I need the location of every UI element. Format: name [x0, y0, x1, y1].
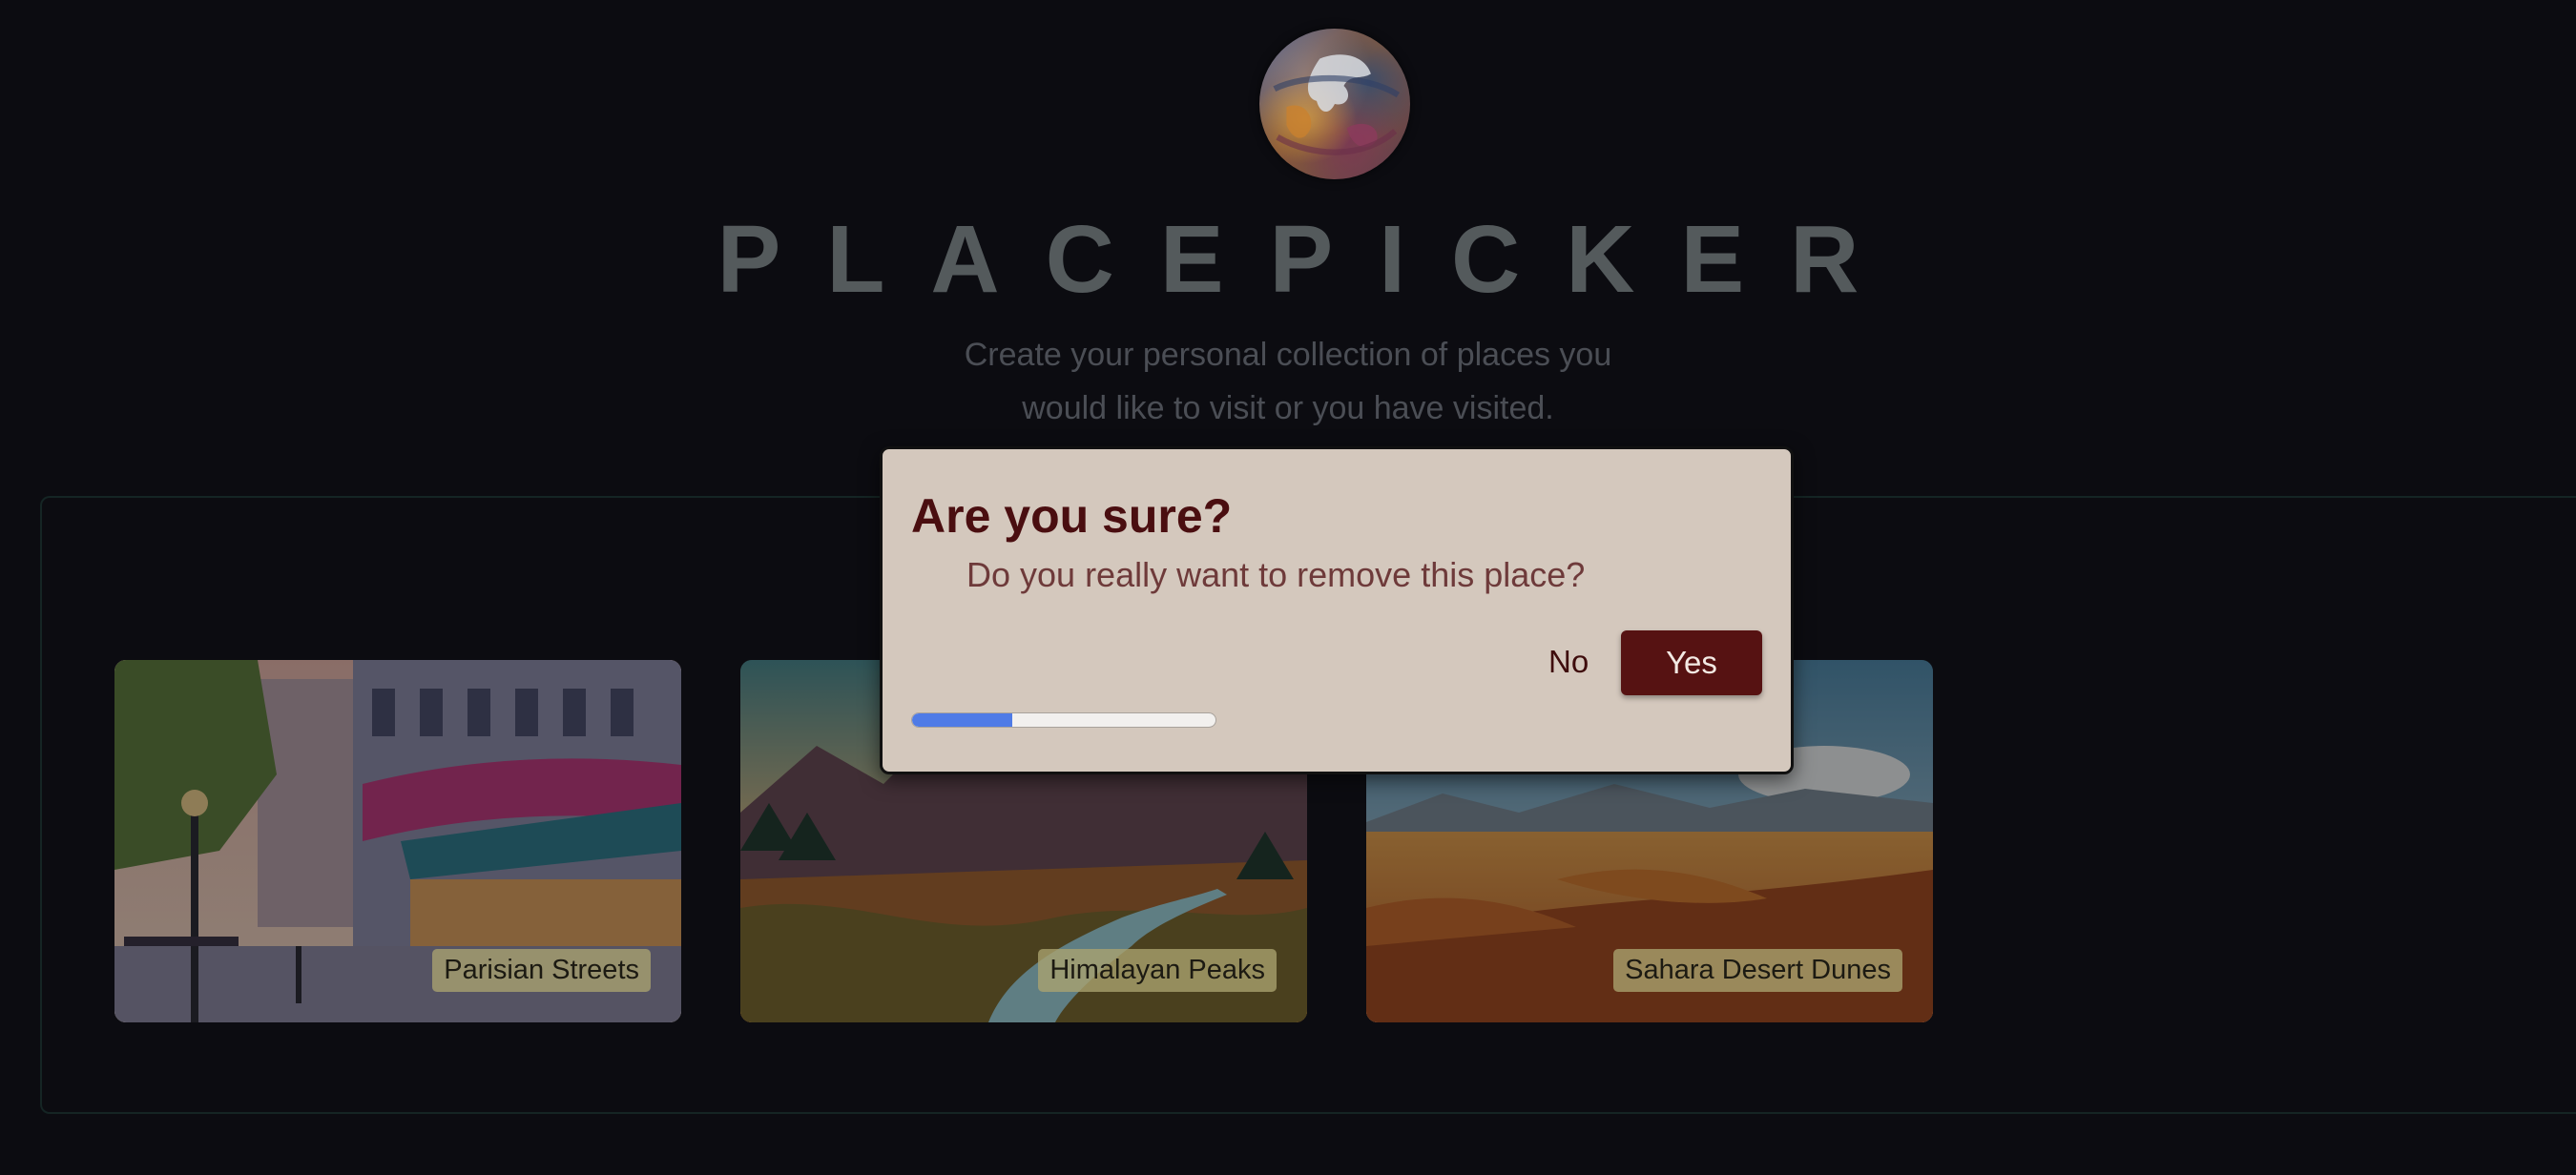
- place-title: Parisian Streets: [432, 949, 651, 992]
- dialog-title: Are you sure?: [911, 489, 1233, 543]
- no-button[interactable]: No: [1541, 630, 1596, 693]
- dialog-message: Do you really want to remove this place?: [966, 555, 1586, 594]
- place-title: Himalayan Peaks: [1038, 949, 1277, 992]
- subtitle-line-2: would like to visit or you have visited.: [1022, 390, 1554, 426]
- page: PLACEPICKER Create your personal collect…: [0, 0, 2576, 1175]
- app-subtitle: Create your personal collection of place…: [906, 328, 1670, 435]
- app-title: PLACEPICKER: [717, 206, 1905, 313]
- place-card[interactable]: Parisian Streets: [114, 660, 681, 1022]
- place-title: Sahara Desert Dunes: [1613, 949, 1902, 992]
- progress-fill: [912, 713, 1012, 727]
- globe-icon: [1259, 29, 1410, 179]
- confirm-dialog: Are you sure? Do you really want to remo…: [880, 446, 1794, 774]
- subtitle-line-1: Create your personal collection of place…: [964, 337, 1612, 373]
- progress-bar: [911, 712, 1216, 728]
- yes-button[interactable]: Yes: [1621, 630, 1762, 695]
